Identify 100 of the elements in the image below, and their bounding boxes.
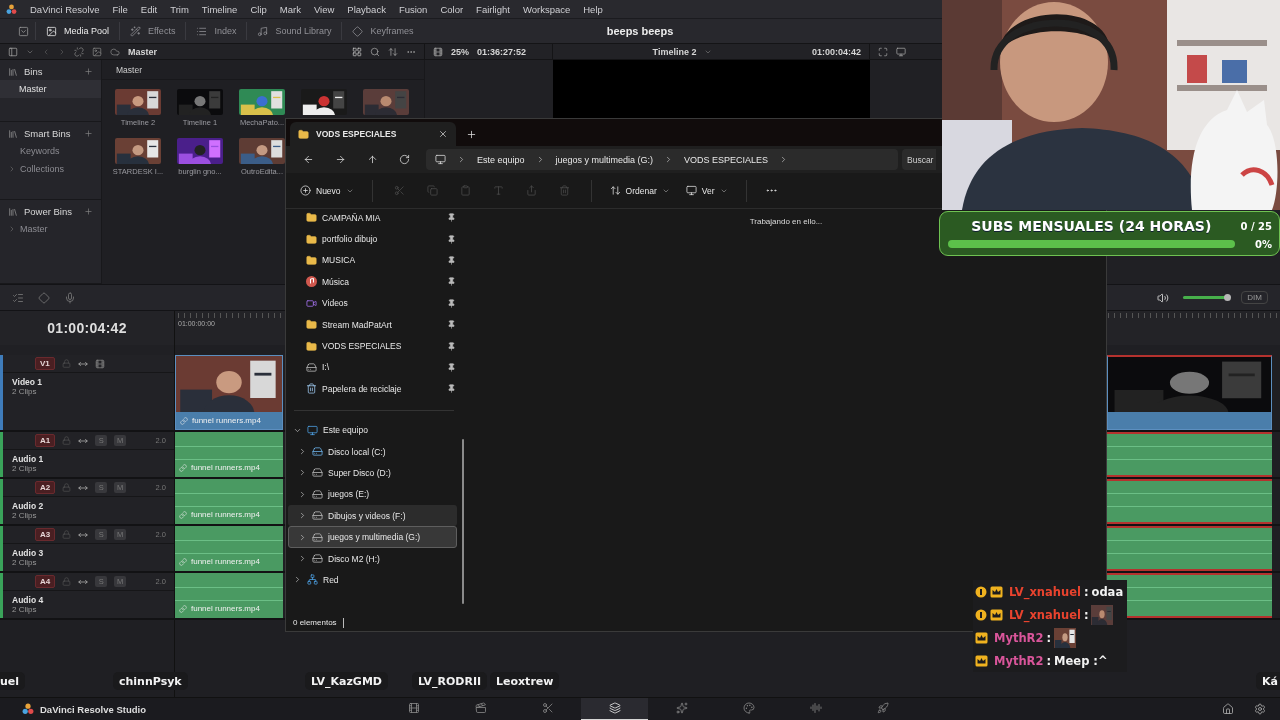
view-button[interactable]: Ver	[679, 181, 734, 200]
monitor-icon[interactable]	[896, 46, 906, 57]
track-badge[interactable]: A4	[35, 575, 56, 588]
timeline-name[interactable]: Timeline 2	[652, 46, 697, 57]
breadcrumb-item[interactable]: juegos y multimedia (G:)	[555, 154, 654, 165]
dim-button[interactable]: DIM	[1241, 291, 1268, 304]
breadcrumb-item[interactable]: Este equipo	[477, 154, 525, 165]
menu-item[interactable]: Edit	[140, 3, 158, 15]
menu-item[interactable]: Playback	[347, 3, 386, 15]
tree-item[interactable]: Disco local (C:)	[288, 440, 457, 463]
chevron-right-icon[interactable]	[298, 511, 307, 521]
toolbar-tab[interactable]: Index	[185, 22, 247, 40]
chevron-right-icon[interactable]	[298, 554, 307, 564]
breadcrumb-item[interactable]: VODS ESPECIALES	[684, 154, 769, 165]
toolbar-tab[interactable]: Keyframes	[341, 22, 424, 40]
image-icon[interactable]	[92, 46, 102, 57]
new-button[interactable]: Nuevo	[294, 181, 360, 200]
menu-item[interactable]: Fairlight	[476, 3, 510, 15]
menu-item[interactable]: DaVinci Resolve	[30, 3, 100, 15]
menu-item[interactable]: Fusion	[398, 3, 428, 15]
toolbar-tab[interactable]: Sound Library	[246, 22, 342, 40]
cloud-icon[interactable]	[110, 46, 120, 57]
back-icon[interactable]	[42, 47, 50, 56]
menu-item[interactable]: Color	[440, 3, 464, 15]
quick-access-item[interactable]: VODS ESPECIALES	[288, 335, 457, 357]
tree-item[interactable]: Este equipo	[288, 419, 457, 441]
unlink-icon[interactable]	[74, 46, 84, 57]
bin-item[interactable]: Keywords	[0, 142, 101, 160]
zoom-level[interactable]: 25%	[451, 46, 469, 57]
audio-clip[interactable]	[1107, 526, 1272, 571]
forward-icon[interactable]	[58, 47, 66, 56]
bin-item[interactable]: Master	[0, 80, 101, 98]
bin-item[interactable]: Master	[0, 220, 101, 238]
audio-clip[interactable]	[1107, 432, 1272, 477]
film-icon[interactable]	[94, 358, 105, 369]
sort-button[interactable]: Ordenar	[603, 181, 676, 200]
quick-access-item[interactable]: Música	[288, 271, 457, 293]
clip-thumbnail[interactable]	[177, 138, 223, 164]
tree-item[interactable]: Red	[288, 569, 457, 591]
quick-access-item[interactable]: MUSICA	[288, 249, 457, 272]
menu-item[interactable]: Clip	[250, 3, 267, 15]
menu-item[interactable]: Help	[583, 3, 603, 15]
quick-access-item[interactable]: I:\	[288, 356, 457, 379]
chevron-right-icon[interactable]	[298, 532, 307, 542]
toolbar-tab[interactable]: Effects	[119, 22, 186, 40]
sort-icon[interactable]	[388, 46, 398, 57]
close-button[interactable]	[438, 129, 448, 139]
scrollbar-thumb[interactable]	[462, 439, 464, 604]
address-bar[interactable]: Este equipo juegos y multimedia (G:) VODS ESPECIALES	[426, 149, 898, 170]
video-clip[interactable]: funnel runners.mp4	[175, 355, 283, 430]
add-icon[interactable]	[84, 67, 93, 76]
tree-item[interactable]: Disco M2 (H:)	[288, 547, 457, 570]
track-badge[interactable]: A1	[35, 434, 56, 447]
volume-slider[interactable]	[1183, 296, 1228, 299]
search-icon[interactable]	[370, 46, 380, 57]
menu-item[interactable]: File	[112, 3, 128, 15]
add-icon[interactable]	[84, 207, 93, 216]
video-clip[interactable]	[1107, 355, 1272, 430]
chevron-right-icon[interactable]	[298, 447, 307, 457]
chevron-right-icon[interactable]	[298, 468, 307, 478]
track-badge[interactable]: A2	[35, 481, 56, 494]
menu-item[interactable]: Mark	[279, 3, 301, 15]
quick-access-item[interactable]: Videos	[288, 292, 457, 314]
tree-item[interactable]: Super Disco (D:)	[288, 462, 457, 484]
track-badge[interactable]: A3	[35, 528, 56, 541]
diamond-icon[interactable]	[38, 291, 50, 304]
speaker-icon[interactable]	[1157, 291, 1170, 304]
panel-icon[interactable]	[8, 46, 18, 57]
clip-thumbnail[interactable]	[239, 138, 285, 164]
track-badge[interactable]: V1	[35, 357, 55, 370]
microphone-icon[interactable]	[64, 291, 76, 304]
audio-clip[interactable]	[1107, 479, 1272, 524]
quick-access-item[interactable]: CAMPAÑA MIA	[288, 207, 457, 229]
menu-item[interactable]: Trim	[170, 3, 189, 15]
bin-item[interactable]: Collections	[0, 160, 101, 178]
grid-icon[interactable]	[352, 46, 362, 57]
tree-item[interactable]: juegos (E:)	[288, 483, 457, 506]
page-tab[interactable]	[581, 697, 648, 720]
checklist-icon[interactable]	[12, 291, 24, 304]
chevron-right-icon[interactable]	[293, 575, 302, 585]
clip-thumbnail[interactable]	[239, 89, 285, 115]
explorer-tab[interactable]: VODS ESPECIALES	[290, 122, 456, 146]
home-icon[interactable]	[1222, 703, 1234, 715]
search-field[interactable]: Buscar	[902, 149, 936, 170]
frame-icon[interactable]	[878, 46, 888, 57]
menu-item[interactable]: Workspace	[522, 3, 571, 15]
quick-access-item[interactable]: Stream MadPatArt	[288, 313, 457, 336]
clip-thumbnail[interactable]	[301, 89, 347, 115]
clip-thumbnail[interactable]	[363, 89, 409, 115]
clip-thumbnail[interactable]	[177, 89, 223, 115]
tree-item[interactable]: juegos y multimedia (G:)	[288, 526, 457, 548]
quick-access-item[interactable]: Papelera de reciclaje	[288, 378, 457, 400]
menu-item[interactable]: View	[313, 3, 335, 15]
add-icon[interactable]	[84, 129, 93, 138]
chevron-right-icon[interactable]	[298, 489, 307, 499]
quick-access-item[interactable]: portfolio dibujo	[288, 228, 457, 250]
clip-thumbnail[interactable]	[115, 89, 161, 115]
clip-thumbnail[interactable]	[115, 138, 161, 164]
menu-item[interactable]: Timeline	[201, 3, 238, 15]
settings-icon[interactable]	[1254, 703, 1266, 715]
